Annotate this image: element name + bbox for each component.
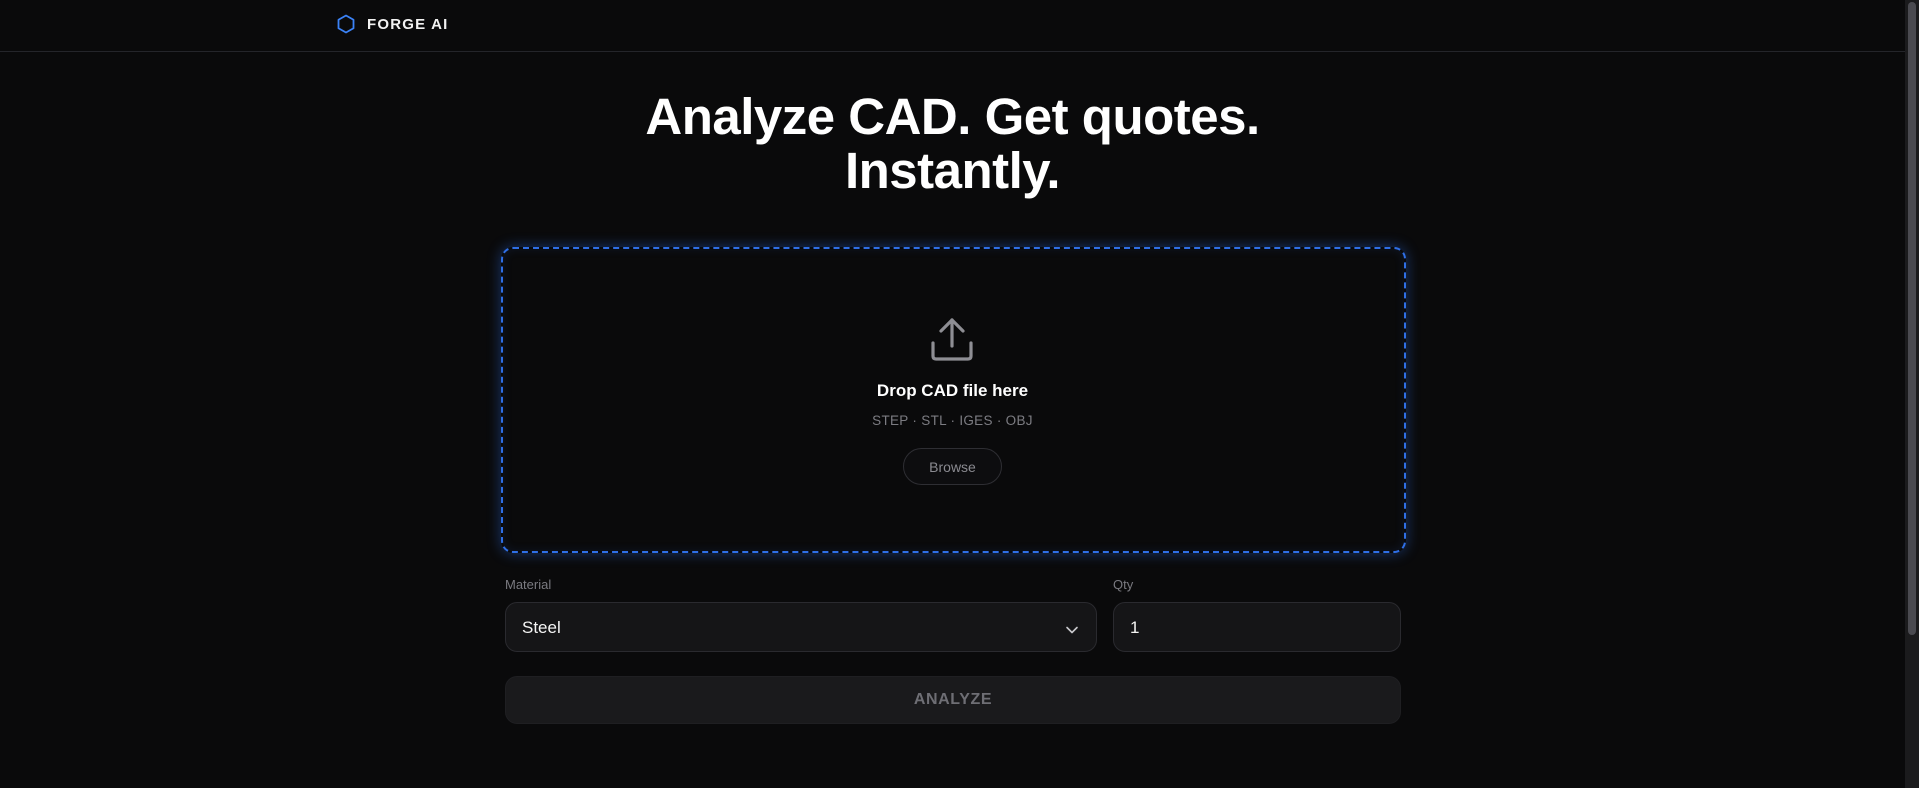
- qty-label: Qty: [1113, 577, 1134, 592]
- brand-name: FORGE AI: [367, 15, 449, 33]
- upload-icon: [928, 316, 976, 367]
- qty-input[interactable]: 1: [1113, 602, 1401, 652]
- material-select-value: Steel: [522, 618, 561, 637]
- browse-button[interactable]: Browse: [903, 448, 1002, 485]
- material-select[interactable]: Steel: [505, 602, 1097, 652]
- dropzone-title: Drop CAD file here: [876, 381, 1029, 400]
- analyze-button[interactable]: ANALYZE: [505, 676, 1401, 724]
- page-title: Analyze CAD. Get quotes. Instantly.: [0, 90, 1905, 198]
- material-label: Material: [505, 577, 552, 592]
- qty-input-value: 1: [1130, 618, 1140, 637]
- scrollbar[interactable]: [1905, 0, 1919, 788]
- brand-logo[interactable]: FORGE AI: [337, 14, 449, 34]
- page-title-line-2: Instantly.: [844, 142, 1061, 199]
- page: FORGE AI Analyze CAD. Get quotes. Instan…: [0, 0, 1919, 788]
- hexagon-icon: [337, 14, 355, 34]
- supported-formats: STEP · STL · IGES · OBJ: [872, 413, 1033, 428]
- top-navbar: FORGE AI: [0, 0, 1905, 52]
- page-title-line-1: Analyze CAD. Get quotes.: [645, 88, 1260, 145]
- scrollbar-thumb[interactable]: [1908, 2, 1916, 635]
- chevron-down-icon: [1065, 622, 1079, 640]
